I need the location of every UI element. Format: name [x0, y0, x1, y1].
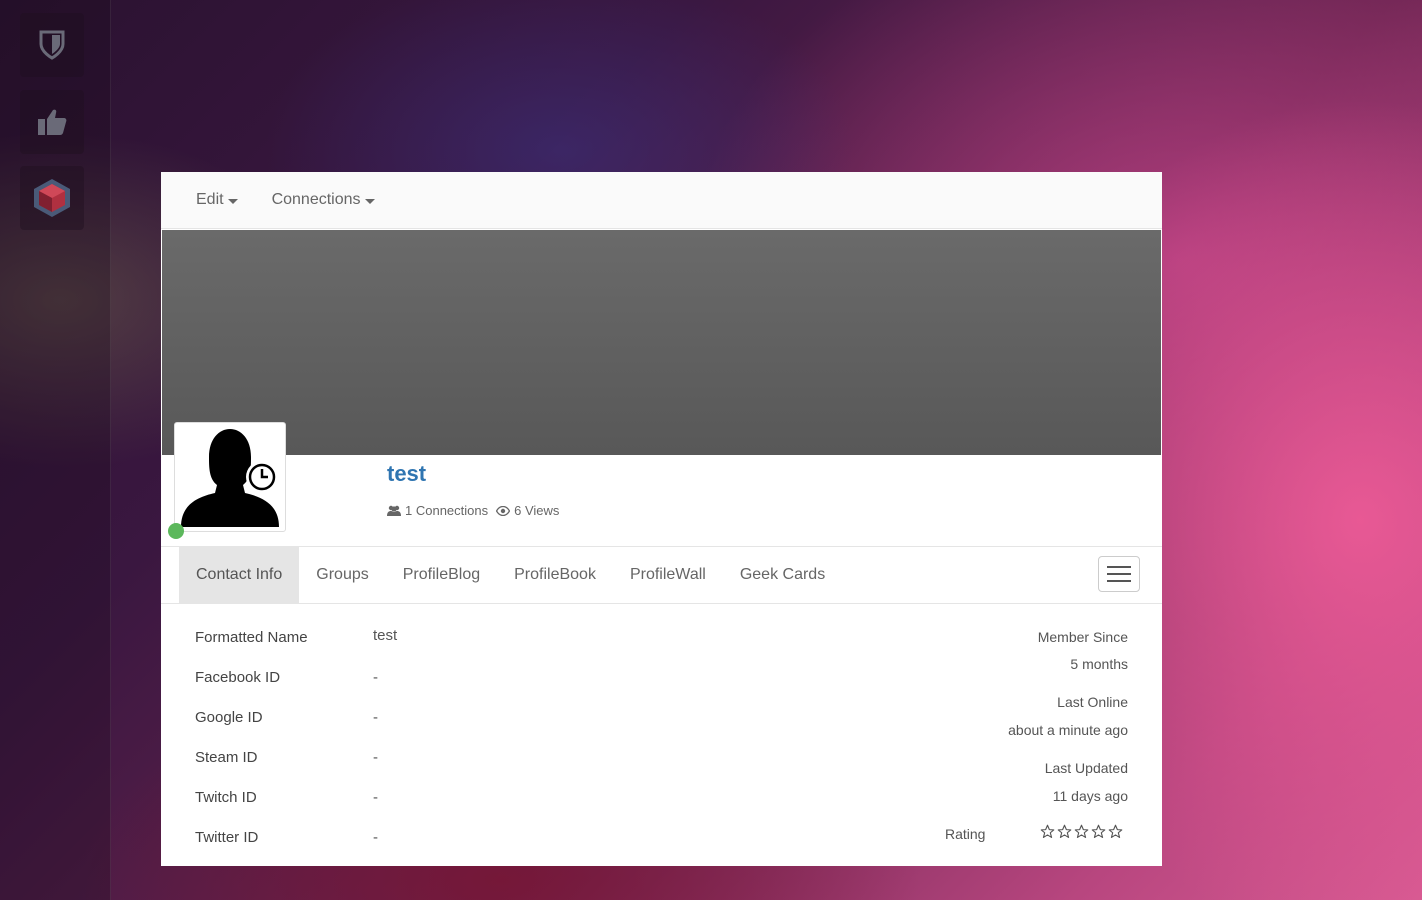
last-online-label: Last Online — [1057, 694, 1128, 710]
member-since-value: 5 months — [1070, 656, 1128, 672]
hamburger-icon — [1107, 566, 1131, 568]
views-count: 6 Views — [514, 503, 560, 518]
profile-username[interactable]: test — [387, 461, 426, 487]
star-empty-icon[interactable] — [1108, 824, 1123, 844]
last-updated-value: 11 days ago — [1052, 788, 1128, 804]
field-value: - — [373, 749, 378, 766]
field-value: - — [373, 669, 378, 686]
sidebar-shield-button[interactable] — [20, 13, 84, 77]
avatar[interactable] — [174, 422, 286, 532]
last-updated-label: Last Updated — [1044, 760, 1128, 776]
tab-contact-info[interactable]: Contact Info — [179, 547, 300, 603]
tab-profilebook[interactable]: ProfileBook — [497, 547, 613, 603]
thumbs-up-icon — [38, 109, 67, 135]
users-icon — [387, 505, 401, 516]
caret-down-icon — [364, 198, 375, 204]
star-empty-icon[interactable] — [1091, 824, 1106, 844]
profile-stats: 1 Connections 6 Views — [387, 503, 567, 518]
menu-toggle-button[interactable] — [1098, 556, 1140, 592]
sidebar-like-button[interactable] — [20, 90, 84, 154]
star-empty-icon[interactable] — [1057, 824, 1072, 844]
field-value: test — [373, 627, 398, 644]
connections-count: 1 Connections — [405, 503, 489, 518]
app-sidebar — [0, 0, 111, 900]
tab-profileblog[interactable]: ProfileBlog — [386, 547, 497, 603]
tab-list: Contact Info Groups ProfileBlog ProfileB… — [179, 547, 842, 603]
sidebar-game-button[interactable] — [20, 166, 84, 230]
rating-stars[interactable] — [1040, 824, 1125, 844]
edit-menu[interactable]: Edit — [196, 191, 238, 209]
star-empty-icon[interactable] — [1040, 824, 1055, 844]
eye-icon — [496, 505, 511, 516]
online-status-dot — [168, 523, 184, 539]
edit-menu-label: Edit — [196, 191, 224, 208]
caret-down-icon — [227, 198, 238, 204]
star-empty-icon[interactable] — [1074, 824, 1089, 844]
default-user-icon — [181, 429, 279, 527]
field-label: Google ID — [195, 709, 263, 726]
profile-top-nav: Edit Connections — [161, 172, 1162, 229]
tab-groups[interactable]: Groups — [299, 547, 385, 603]
field-value: - — [373, 789, 378, 806]
field-label: Twitter ID — [195, 829, 259, 846]
game-cube-icon — [34, 179, 70, 217]
tab-profilewall[interactable]: ProfileWall — [613, 547, 723, 603]
views-stat: 6 Views — [496, 503, 559, 518]
profile-tabs: Contact Info Groups ProfileBlog ProfileB… — [161, 546, 1162, 604]
profile-banner — [162, 230, 1161, 455]
connections-menu[interactable]: Connections — [272, 191, 375, 209]
field-label: Facebook ID — [195, 669, 281, 686]
tab-geek-cards[interactable]: Geek Cards — [723, 547, 842, 603]
member-since-label: Member Since — [1037, 629, 1128, 645]
last-online-value: about a minute ago — [1008, 722, 1128, 738]
field-label: Formatted Name — [195, 629, 308, 646]
field-label: Steam ID — [195, 749, 258, 766]
shield-icon — [39, 30, 65, 60]
rating-label: Rating — [945, 826, 986, 842]
connections-stat: 1 Connections — [387, 503, 488, 518]
profile-card: Edit Connections test 1 Connections 6 Vi… — [161, 172, 1162, 866]
connections-menu-label: Connections — [271, 191, 361, 208]
field-label: Twitch ID — [195, 789, 257, 806]
field-value: - — [373, 829, 378, 846]
field-value: - — [373, 709, 378, 726]
